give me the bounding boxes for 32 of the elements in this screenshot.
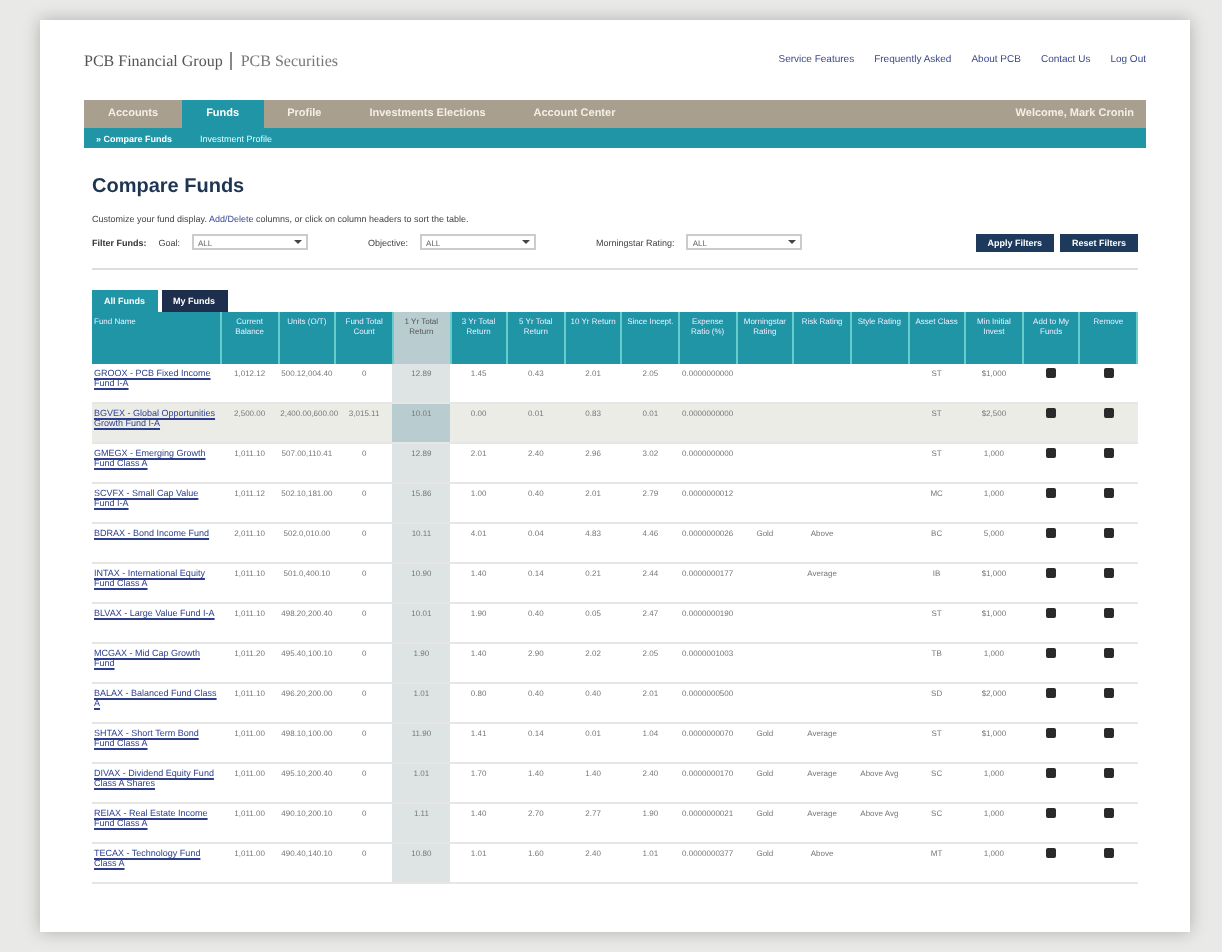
square-icon[interactable] [1103,808,1114,818]
square-icon[interactable] [1103,608,1114,618]
square-icon[interactable] [1046,408,1057,418]
page-title: Compare Funds [92,176,247,198]
square-icon[interactable] [1103,728,1114,738]
square-icon[interactable] [1103,648,1114,658]
square-icon[interactable] [1046,368,1057,378]
square-icon[interactable] [1046,488,1057,498]
square-icon[interactable] [1046,568,1057,578]
caret-icon [294,240,303,244]
square-icon[interactable] [1046,528,1057,538]
square-icon[interactable] [1046,848,1057,858]
square-icon[interactable] [1046,768,1057,778]
square-icon[interactable] [1046,448,1057,458]
square-icon[interactable] [1103,848,1114,858]
square-icon[interactable] [1103,688,1114,698]
logo-subtitle: PCB Securities [240,51,339,69]
square-icon[interactable] [1103,568,1114,578]
square-icon[interactable] [1046,728,1057,738]
caret-icon [788,240,797,244]
square-icon[interactable] [1103,368,1114,378]
logo: PCB Financial Group [84,51,233,69]
square-icon[interactable] [1046,688,1057,698]
square-icon[interactable] [1103,448,1114,458]
square-icon[interactable] [1046,648,1057,658]
square-icon[interactable] [1103,768,1114,778]
square-icon[interactable] [1103,528,1114,538]
square-icon[interactable] [1046,808,1057,818]
square-icon[interactable] [1046,608,1057,618]
square-icon[interactable] [1103,408,1114,418]
square-icon[interactable] [1103,488,1114,498]
caret-icon [522,240,531,244]
